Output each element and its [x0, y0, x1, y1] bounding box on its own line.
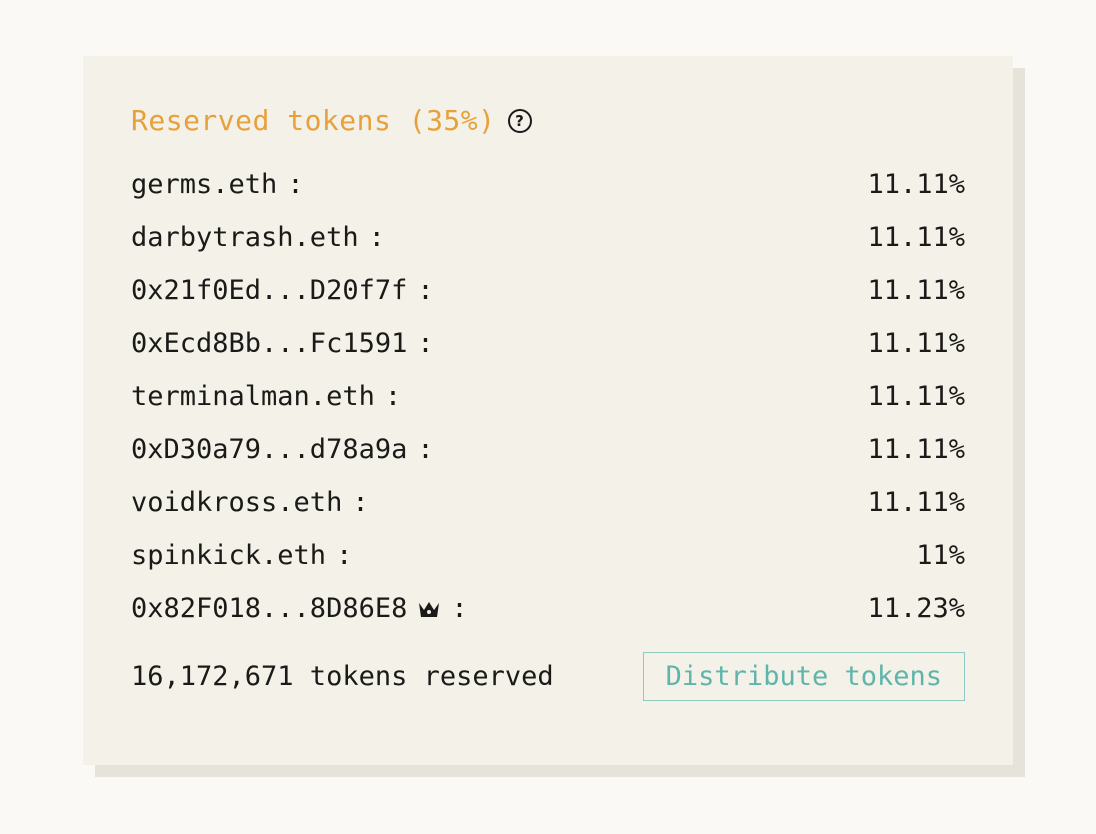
allocation-address[interactable]: spinkick.eth:	[131, 540, 352, 571]
allocation-percent: 11%	[916, 540, 965, 571]
colon: :	[385, 381, 401, 412]
allocation-row: 0xD30a79...d78a9a: 11.11%	[131, 434, 965, 465]
allocation-row: darbytrash.eth: 11.11%	[131, 222, 965, 253]
colon: :	[352, 487, 368, 518]
card-title: Reserved tokens (35%)	[131, 104, 496, 137]
card-footer: 16,172,671 tokens reserved Distribute to…	[131, 652, 965, 701]
allocation-percent: 11.11%	[867, 434, 965, 465]
address-text: spinkick.eth	[131, 540, 326, 571]
allocation-percent: 11.11%	[867, 381, 965, 412]
colon: :	[417, 434, 433, 465]
colon: :	[287, 169, 303, 200]
card-header: Reserved tokens (35%) ?	[131, 104, 965, 137]
allocation-address[interactable]: voidkross.eth:	[131, 487, 369, 518]
allocation-percent: 11.23%	[867, 593, 965, 624]
allocation-address[interactable]: 0xD30a79...d78a9a:	[131, 434, 434, 465]
reserved-tokens-card: Reserved tokens (35%) ? germs.eth: 11.11%…	[83, 56, 1013, 765]
address-text: 0x82F018...8D86E8	[131, 593, 407, 624]
colon: :	[417, 328, 433, 359]
address-text: voidkross.eth	[131, 487, 342, 518]
allocation-row: spinkick.eth: 11%	[131, 540, 965, 571]
allocation-percent: 11.11%	[867, 275, 965, 306]
colon: :	[336, 540, 352, 571]
address-text: terminalman.eth	[131, 381, 375, 412]
allocation-row: 0xEcd8Bb...Fc1591: 11.11%	[131, 328, 965, 359]
allocation-row: germs.eth: 11.11%	[131, 169, 965, 200]
allocation-row: 0x82F018...8D86E8: 11.23%	[131, 593, 965, 624]
allocation-row: 0x21f0Ed...D20f7f: 11.11%	[131, 275, 965, 306]
help-icon[interactable]: ?	[508, 109, 532, 133]
colon: :	[417, 275, 433, 306]
reserved-summary: 16,172,671 tokens reserved	[131, 661, 554, 692]
allocation-row: terminalman.eth: 11.11%	[131, 381, 965, 412]
crown-icon	[417, 599, 441, 619]
allocation-list: germs.eth:11.11%darbytrash.eth:11.11%0x2…	[131, 169, 965, 624]
allocation-address[interactable]: 0xEcd8Bb...Fc1591:	[131, 328, 434, 359]
colon: :	[369, 222, 385, 253]
allocation-row: voidkross.eth: 11.11%	[131, 487, 965, 518]
allocation-percent: 11.11%	[867, 222, 965, 253]
address-text: 0xD30a79...d78a9a	[131, 434, 407, 465]
address-text: darbytrash.eth	[131, 222, 359, 253]
address-text: 0x21f0Ed...D20f7f	[131, 275, 407, 306]
address-text: 0xEcd8Bb...Fc1591	[131, 328, 407, 359]
allocation-percent: 11.11%	[867, 328, 965, 359]
colon: :	[451, 593, 467, 624]
distribute-button[interactable]: Distribute tokens	[643, 652, 965, 701]
allocation-percent: 11.11%	[867, 169, 965, 200]
allocation-address[interactable]: terminalman.eth:	[131, 381, 401, 412]
allocation-percent: 11.11%	[867, 487, 965, 518]
allocation-address[interactable]: darbytrash.eth:	[131, 222, 385, 253]
allocation-address[interactable]: germs.eth:	[131, 169, 304, 200]
allocation-address[interactable]: 0x82F018...8D86E8:	[131, 593, 468, 624]
allocation-address[interactable]: 0x21f0Ed...D20f7f:	[131, 275, 434, 306]
address-text: germs.eth	[131, 169, 277, 200]
